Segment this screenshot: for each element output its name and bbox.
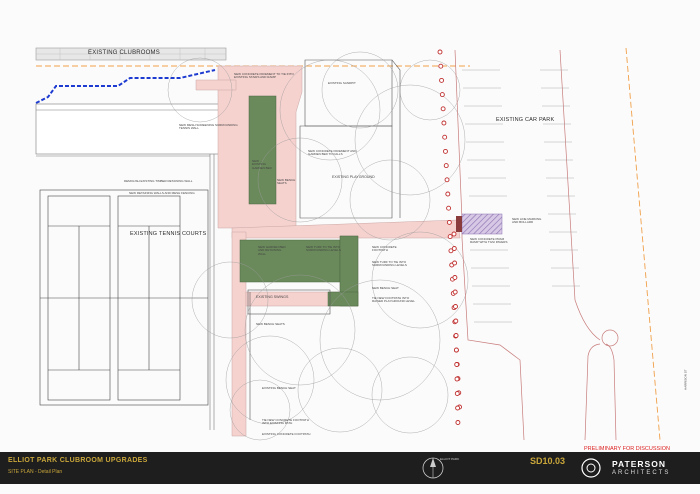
firm-logo-icon — [581, 458, 601, 478]
line-marking-zone — [461, 213, 503, 235]
label-car-park: EXISTING CAR PARK — [496, 117, 555, 123]
note-pram-ramp: NEW CONCRETE PRAM RAMP WITH TGSI PAVERS — [470, 237, 508, 245]
bollard — [445, 191, 451, 197]
bollard — [451, 246, 457, 251]
bollard — [451, 231, 457, 237]
bollard — [443, 148, 448, 154]
note-mesh-screening: NEW MESH SCREENING SURROUNDING TENNIS WA… — [179, 123, 238, 131]
note-tie-footpath: TIE NEW FOOTPATH INTO RAISED PLAYGROUND … — [372, 296, 415, 304]
bollard — [454, 362, 460, 367]
bollard — [437, 49, 443, 55]
bollard — [442, 134, 448, 140]
bollard — [441, 120, 447, 126]
note-bench-seat: NEW BENCH SEAT — [372, 286, 399, 290]
bollard — [454, 391, 460, 396]
note-demolish-wall: DEMOLISH EXISTING TIMBER RETAINING WALL — [124, 179, 193, 183]
note-tie-existing-path: TIE NEW CONCRETE FOOTPATH INTO EXISTING … — [262, 418, 309, 426]
firm-name: PATERSON — [612, 459, 666, 469]
label-clubrooms: EXISTING CLUBROOMS — [88, 50, 160, 56]
bollard — [447, 234, 453, 240]
bollard — [452, 275, 458, 280]
note-garden-retaining: NEW GARDEN BED AND RETAINING WALL — [258, 245, 286, 256]
garden-bed-north — [248, 95, 277, 205]
label-tennis-courts: EXISTING TENNIS COURTS — [130, 231, 207, 237]
bollard — [454, 376, 460, 382]
drawing-number: SD10.03 — [530, 456, 566, 466]
note-footpath: NEW CONCRETE FOOTPATH — [372, 245, 397, 253]
bollard — [453, 318, 459, 324]
bollard — [439, 92, 445, 98]
note-turf-levels: NEW TURF TO TIE INTO SURROUNDING LEVELS — [372, 260, 407, 268]
bollard — [439, 77, 445, 83]
bollard — [440, 106, 446, 112]
note-retaining-walls: NEW RETAINING WALLS AND MESH FENCING — [129, 191, 195, 195]
north-point-icon — [422, 457, 444, 479]
bollard — [452, 289, 458, 295]
note-bench-seats: NEW BENCH SEATS — [277, 178, 296, 186]
note-existing-bench: EXISTING BENCH SEAT — [262, 386, 296, 390]
bollard — [455, 420, 461, 425]
bollard — [453, 347, 459, 353]
note-new-pavement: NEW CONCRETE PAVEMENT TO TIE INTO EXISTI… — [234, 72, 294, 80]
bollard — [438, 63, 444, 69]
bollard — [446, 205, 452, 211]
firm-subtitle: ARCHITECTS — [612, 470, 671, 476]
note-existing-garden: NEW ... EXISTING GARDEN BED — [252, 159, 272, 170]
bollard — [453, 304, 458, 309]
garden-bed-south — [327, 291, 359, 307]
bollard — [453, 333, 459, 338]
bollard — [452, 260, 458, 266]
drawing-sheet: EXISTING CLUBROOMS EXISTING SANDPIT EXIS… — [0, 0, 700, 494]
note-bench-seats-2: NEW BENCH SEATS — [256, 322, 285, 326]
label-swings: EXISTING SWINGS — [256, 295, 289, 299]
note-turf-surrounding: NEW TURF TO TIE INTO SURROUNDING LEVELS — [306, 245, 341, 253]
bollard — [444, 177, 450, 183]
note-line-marking: NEW LINE MARKING AND BOLLARD — [512, 217, 542, 225]
bollard — [446, 219, 452, 225]
note-harrison-street: HARRISON ST — [683, 369, 688, 390]
note-concrete-pavement: NEW CONCRETE PAVEMENT AND GARDEN BED TO … — [308, 149, 357, 157]
bollard — [443, 163, 449, 169]
label-sandpit: EXISTING SANDPIT — [328, 81, 356, 85]
label-playground: EXISTING PLAYGROUND — [332, 175, 375, 179]
bollard — [455, 405, 461, 411]
sheet-title: SITE PLAN - Detail Plan — [8, 469, 63, 475]
site-plan — [0, 0, 700, 452]
note-existing-footpath: EXISTING CONCRETE FOOTPATH — [262, 432, 311, 436]
project-title: ELLIOT PARK CLUBROOM UPGRADES — [8, 457, 148, 464]
